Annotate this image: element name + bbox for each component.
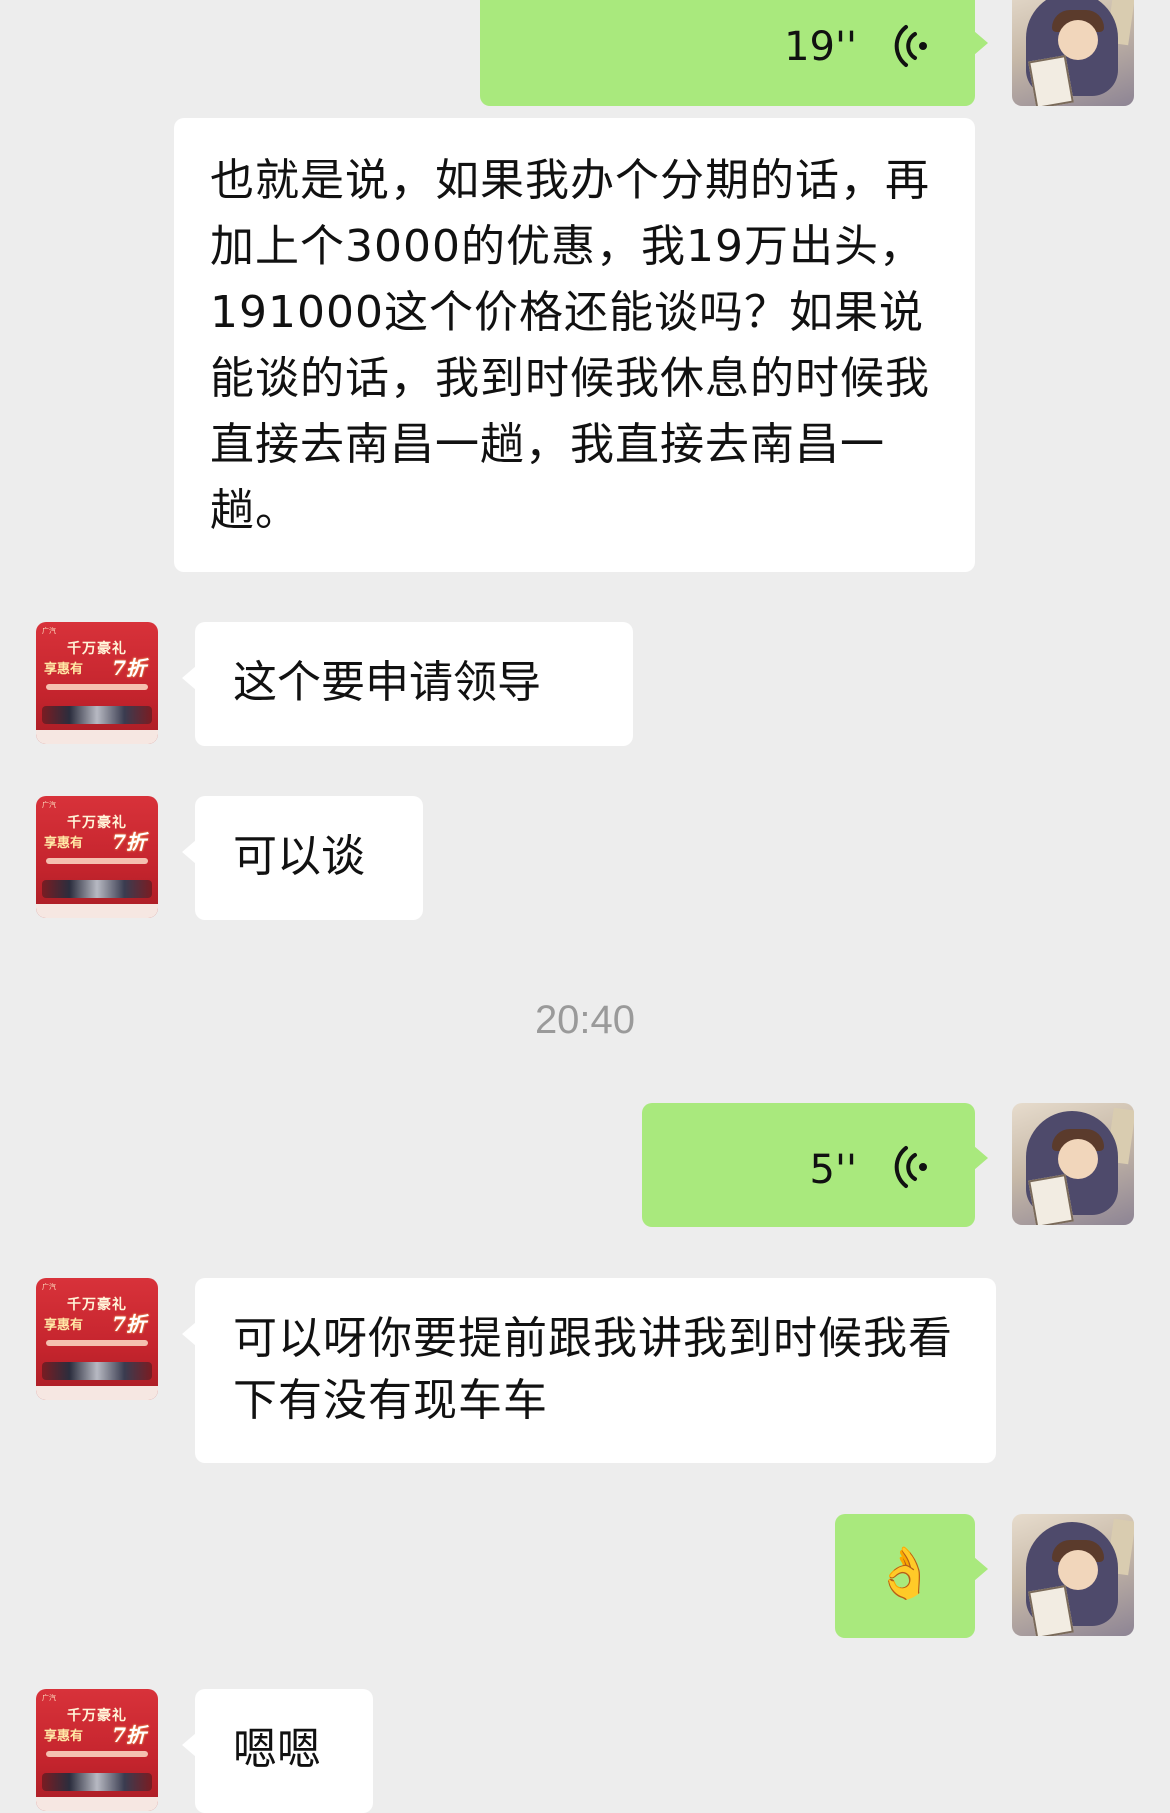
- transcript-text: 也就是说，如果我办个分期的话，再加上个3000的优惠，我19万出头，191000…: [210, 155, 930, 536]
- message-text: 这个要申请领导: [233, 657, 541, 708]
- emoji-message-bubble[interactable]: 👌: [835, 1514, 988, 1638]
- dealer-avatar[interactable]: 广汽 千万豪礼 享惠有 7折: [36, 622, 158, 744]
- message-text: 嗯嗯: [233, 1724, 321, 1775]
- dealer-avatar[interactable]: 广汽 千万豪礼 享惠有 7折: [36, 1689, 158, 1811]
- voice-wave-icon: [894, 1146, 927, 1188]
- voice-wave-icon: [894, 25, 927, 67]
- message-bubble[interactable]: 可以呀你要提前跟我讲我到时候我看下有没有现车车: [182, 1278, 996, 1463]
- my-avatar[interactable]: [1012, 1514, 1134, 1636]
- message-bubble[interactable]: 嗯嗯: [182, 1689, 373, 1813]
- my-avatar[interactable]: [1012, 0, 1134, 106]
- dealer-avatar[interactable]: 广汽 千万豪礼 享惠有 7折: [36, 1278, 158, 1400]
- voice-duration: 19'': [784, 24, 857, 70]
- dealer-avatar[interactable]: 广汽 千万豪礼 享惠有 7折: [36, 796, 158, 918]
- message-text: 可以谈: [233, 831, 365, 882]
- voice-duration: 5'': [809, 1147, 857, 1193]
- message-bubble[interactable]: 这个要申请领导: [182, 622, 633, 746]
- message-text: 可以呀你要提前跟我讲我到时候我看下有没有现车车: [233, 1313, 953, 1426]
- ok-hand-emoji: 👌: [873, 1544, 937, 1602]
- voice-message-bubble[interactable]: 19'': [480, 0, 988, 106]
- voice-message-bubble[interactable]: 5'': [642, 1103, 988, 1227]
- message-bubble[interactable]: 可以谈: [182, 796, 423, 920]
- chat-timestamp: 20:40: [534, 998, 636, 1042]
- my-avatar[interactable]: [1012, 1103, 1134, 1225]
- voice-transcript-bubble[interactable]: 也就是说，如果我办个分期的话，再加上个3000的优惠，我19万出头，191000…: [174, 118, 975, 572]
